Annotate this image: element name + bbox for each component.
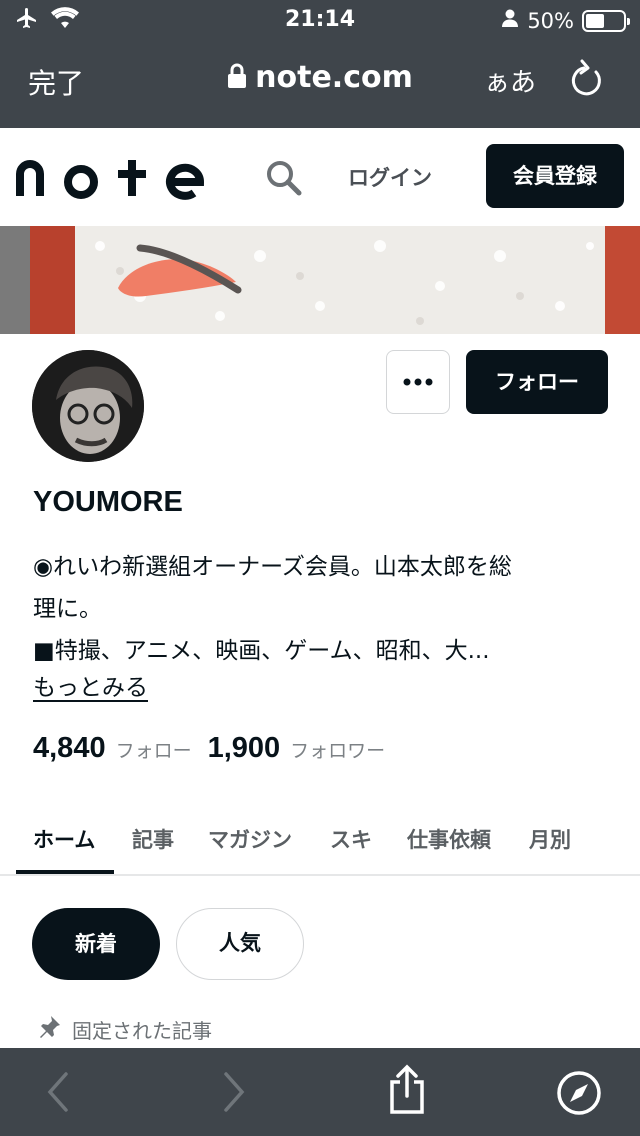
tab-monthly[interactable]: 月別 bbox=[529, 824, 571, 854]
lock-rotation-icon bbox=[501, 8, 519, 33]
battery-icon bbox=[582, 9, 630, 32]
followers-count[interactable]: 1,900 bbox=[208, 732, 281, 765]
bio-line: ◉れいわ新選組オーナーズ会員。山本太郎を総 bbox=[33, 554, 512, 580]
browser-bar: 完了 note.com ぁあ bbox=[0, 40, 640, 128]
battery-fill bbox=[586, 13, 604, 28]
more-options-button[interactable] bbox=[386, 350, 450, 414]
lock-icon bbox=[227, 62, 247, 97]
profile-name: YOUMORE bbox=[33, 486, 183, 518]
profile-bio: ◉れいわ新選組オーナーズ会員。山本太郎を総 理に。 ■特撮、アニメ、映画、ゲーム… bbox=[33, 546, 593, 672]
login-link[interactable]: ログイン bbox=[348, 162, 432, 192]
pinned-articles-heading: 固定された記事 bbox=[36, 1014, 212, 1045]
following-count[interactable]: 4,840 bbox=[33, 732, 106, 765]
status-bar: 21:14 50% bbox=[0, 0, 640, 40]
url-field[interactable]: note.com bbox=[0, 60, 640, 97]
text-size-button[interactable]: ぁあ bbox=[484, 62, 536, 99]
read-more-link[interactable]: もっとみる bbox=[33, 668, 148, 702]
filter-new-button[interactable]: 新着 bbox=[32, 908, 160, 980]
site-header: ログイン 会員登録 bbox=[0, 128, 640, 226]
active-tab-indicator bbox=[16, 870, 114, 874]
pinned-label: 固定された記事 bbox=[72, 1019, 212, 1043]
pin-icon bbox=[36, 1014, 62, 1045]
tab-magazines[interactable]: マガジン bbox=[208, 824, 292, 854]
avatar[interactable] bbox=[32, 350, 144, 462]
note-logo[interactable] bbox=[14, 152, 214, 206]
profile-tabs: ホーム 記事 マガジン スキ 仕事依頼 月別 bbox=[0, 812, 640, 876]
tab-likes[interactable]: スキ bbox=[330, 824, 372, 854]
search-icon[interactable] bbox=[264, 158, 304, 202]
bio-line: ■特撮、アニメ、映画、ゲーム、昭和、大... bbox=[33, 638, 490, 664]
bio-line: 理に。 bbox=[33, 596, 102, 622]
follow-stats: 4,840 フォロー 1,900 フォロワー bbox=[33, 732, 401, 765]
ellipsis-icon bbox=[403, 378, 433, 386]
url-text: note.com bbox=[255, 60, 413, 95]
tab-home[interactable]: ホーム bbox=[33, 824, 95, 854]
status-right: 50% bbox=[501, 8, 630, 33]
followers-label[interactable]: フォロワー bbox=[290, 736, 385, 763]
following-label[interactable]: フォロー bbox=[116, 736, 192, 763]
cover-image bbox=[0, 226, 640, 334]
share-icon[interactable] bbox=[386, 1064, 428, 1120]
tab-articles[interactable]: 記事 bbox=[132, 824, 174, 854]
battery-percent: 50% bbox=[527, 8, 574, 33]
back-icon[interactable] bbox=[44, 1070, 72, 1118]
compass-icon[interactable] bbox=[556, 1070, 602, 1120]
tab-job-requests[interactable]: 仕事依頼 bbox=[407, 824, 491, 854]
forward-icon[interactable] bbox=[220, 1070, 248, 1118]
reload-icon[interactable] bbox=[566, 58, 606, 106]
browser-toolbar bbox=[0, 1048, 640, 1136]
register-button[interactable]: 会員登録 bbox=[486, 144, 624, 208]
follow-button[interactable]: フォロー bbox=[466, 350, 608, 414]
filter-popular-button[interactable]: 人気 bbox=[176, 908, 304, 980]
